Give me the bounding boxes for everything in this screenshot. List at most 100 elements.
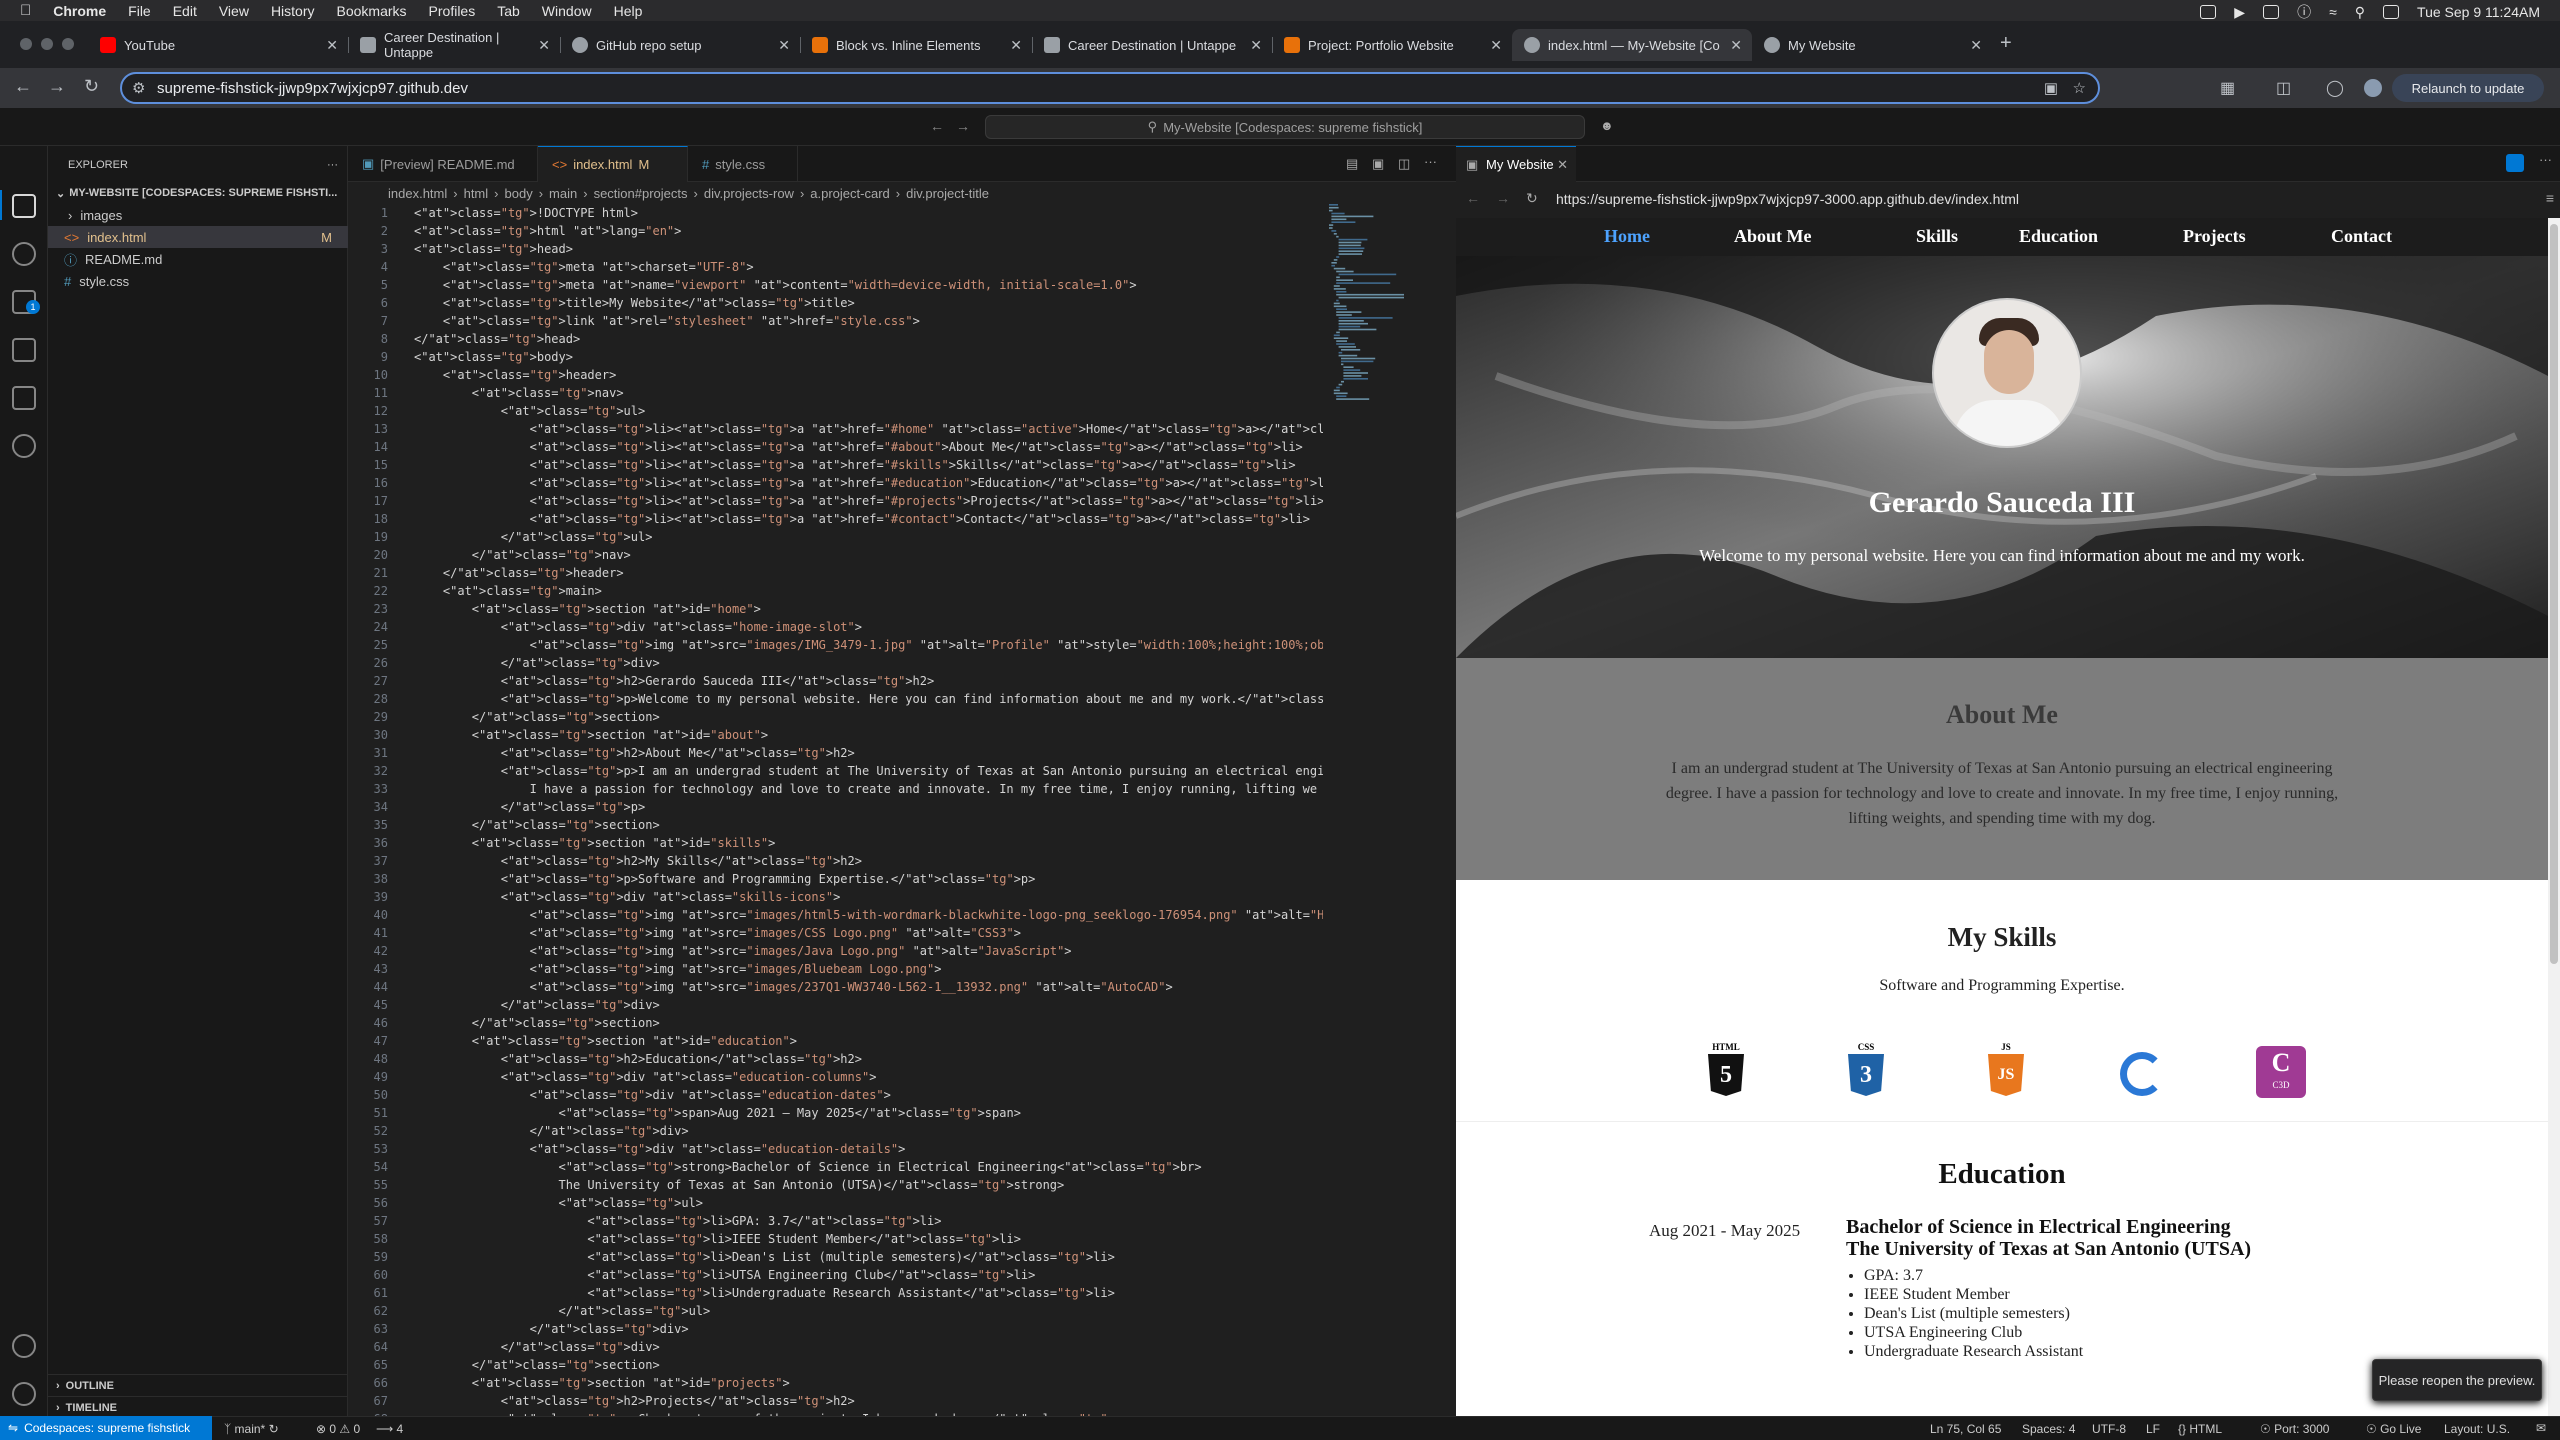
browser-tab[interactable]: GitHub repo setup ✕ <box>560 29 801 61</box>
code-line[interactable]: </"at">class="tg">div> <box>414 1338 660 1356</box>
code-line[interactable]: </"at">class="tg">head> <box>414 330 580 348</box>
breadcrumb-item[interactable]: div.projects-row <box>704 186 794 201</box>
extensions-icon[interactable]: ▦ <box>2220 78 2235 98</box>
side-panel-icon[interactable]: ◫ <box>2276 78 2291 98</box>
nav-forward-icon[interactable]: → <box>956 118 970 134</box>
keyboard-layout[interactable]: Layout: U.S. <box>2444 1422 2510 1436</box>
code-line[interactable]: <"at">class="tg">div "at">class="skills-… <box>414 888 841 906</box>
problems-indicator[interactable]: ⊗ 0 ⚠ 0 <box>316 1422 360 1436</box>
avatar[interactable] <box>2364 79 2382 97</box>
code-line[interactable]: <"at">class="tg">h2>Projects</"at">class… <box>414 1392 855 1410</box>
preview-tab[interactable]: ▣ My Website ✕ <box>1456 146 1576 182</box>
minimap[interactable] <box>1325 204 1445 404</box>
code-line[interactable]: <"at">class="tg">h2>My Skills</"at">clas… <box>414 852 862 870</box>
window-zoom-button[interactable] <box>62 38 74 50</box>
close-icon[interactable]: ✕ <box>1557 157 1568 173</box>
more-icon[interactable]: ··· <box>1424 154 1437 169</box>
clock[interactable]: Tue Sep 9 11:24AM <box>2417 4 2540 20</box>
back-icon[interactable]: ← <box>1466 190 1480 206</box>
code-line[interactable]: <"at">class="tg">section "at">id="home"> <box>414 600 761 618</box>
code-line[interactable]: <"at">class="tg">li><"at">class="tg">a "… <box>414 456 1296 474</box>
browser-tab[interactable]: YouTube ✕ <box>88 29 349 61</box>
preview-url-input[interactable]: https://supreme-fishstick-jjwp9px7wjxjcp… <box>1556 191 2019 207</box>
nav-education[interactable]: Education <box>2019 226 2098 247</box>
back-button[interactable]: ← <box>14 76 32 97</box>
breadcrumb-item[interactable]: html <box>464 186 489 201</box>
code-line[interactable]: <"at">class="tg">span>Aug 2021 – May 202… <box>414 1104 1020 1122</box>
encoding[interactable]: UTF-8 <box>2092 1422 2126 1436</box>
battery-icon[interactable] <box>2263 5 2280 19</box>
close-icon[interactable]: ✕ <box>538 37 550 54</box>
close-icon[interactable]: ✕ <box>1490 37 1502 54</box>
code-line[interactable]: <"at">class="tg">li>UTSA Engineering Clu… <box>414 1266 1035 1284</box>
go-live-button[interactable]: ☉ Go Live <box>2366 1422 2421 1436</box>
cursor-position[interactable]: Ln 75, Col 65 <box>1930 1422 2001 1436</box>
close-icon[interactable]: ✕ <box>1730 37 1742 54</box>
browser-tab[interactable]: Career Destination | Untappe ✕ <box>348 29 561 61</box>
code-line[interactable]: <"at">class="tg">p>Welcome to my persona… <box>414 690 1323 708</box>
code-line[interactable]: </"at">class="tg">section> <box>414 1356 660 1374</box>
code-line[interactable]: <"at">class="tg">li><"at">class="tg">a "… <box>414 438 1303 456</box>
code-line[interactable]: <"at">class="tg">p>I am an undergrad stu… <box>414 762 1323 780</box>
open-changes-icon[interactable]: ▤ <box>1346 156 1358 172</box>
code-line[interactable]: The University of Texas at San Antonio (… <box>414 1176 1064 1194</box>
line-ending[interactable]: LF <box>2146 1422 2160 1436</box>
browser-tab[interactable]: My Website ✕ <box>1752 29 1992 61</box>
menu-bookmarks[interactable]: Bookmarks <box>337 3 407 19</box>
menu-edit[interactable]: Edit <box>173 3 197 19</box>
code-line[interactable]: </"at">class="tg">section> <box>414 816 660 834</box>
close-icon[interactable]: ✕ <box>1970 37 1982 54</box>
forward-icon[interactable]: → <box>1496 190 1510 206</box>
preview-scrollbar[interactable] <box>2548 218 2560 1416</box>
outline-section[interactable]: › OUTLINE <box>48 1374 348 1396</box>
browser-tab-active[interactable]: index.html — My-Website [Co ✕ <box>1512 29 1752 61</box>
menu-icon[interactable]: ≡ <box>2546 190 2554 206</box>
tree-item-readme[interactable]: ⓘ README.md <box>48 248 348 270</box>
code-line[interactable]: I have a passion for technology and love… <box>414 780 1317 798</box>
menu-history[interactable]: History <box>271 3 315 19</box>
reopen-preview-toast[interactable]: Please reopen the preview. <box>2372 1359 2542 1401</box>
download-icon[interactable]: ◯ <box>2326 78 2344 98</box>
breadcrumb-item[interactable]: a.project-card <box>810 186 889 201</box>
close-icon[interactable]: ✕ <box>778 37 790 54</box>
code-line[interactable]: </"at">class="tg">header> <box>414 564 624 582</box>
breadcrumb-item[interactable]: main <box>549 186 577 201</box>
code-line[interactable]: <"at">class="tg">main> <box>414 582 602 600</box>
extensions-icon[interactable] <box>12 386 36 410</box>
code-line[interactable]: <"at">class="tg">li>IEEE Student Member<… <box>414 1230 1021 1248</box>
breadcrumb-item[interactable]: body <box>505 186 533 201</box>
timeline-section[interactable]: › TIMELINE <box>48 1396 348 1418</box>
code-line[interactable]: <"at">class="tg">html "at">lang="en"> <box>414 222 681 240</box>
code-line[interactable]: <"at">class="tg">p>Software and Programm… <box>414 870 1036 888</box>
window-close-button[interactable] <box>20 38 32 50</box>
run-debug-icon[interactable] <box>12 338 36 362</box>
code-line[interactable]: </"at">class="tg">section> <box>414 1014 660 1032</box>
close-icon[interactable]: ✕ <box>1250 37 1262 54</box>
close-icon[interactable]: ✕ <box>1010 37 1022 54</box>
menu-profiles[interactable]: Profiles <box>429 3 476 19</box>
tree-item-images[interactable]: › images <box>48 204 348 226</box>
code-line[interactable]: <"at">class="tg">img "at">src="images/CS… <box>414 924 1021 942</box>
menu-window[interactable]: Window <box>542 3 592 19</box>
editor-tab-style-css[interactable]: # style.css <box>688 146 798 182</box>
window-minimize-button[interactable] <box>41 38 53 50</box>
code-line[interactable]: <"at">class="tg">section "at">id="about"… <box>414 726 768 744</box>
code-line[interactable]: <"at">class="tg">div "at">class="educati… <box>414 1086 891 1104</box>
editor-tab-index-html[interactable]: <> index.html M <box>538 146 688 182</box>
code-line[interactable]: <"at">class="tg">li>Undergraduate Resear… <box>414 1284 1114 1302</box>
code-line[interactable]: <"at">class="tg">ul> <box>414 1194 703 1212</box>
play-icon[interactable]: ▶ <box>2234 4 2245 21</box>
code-line[interactable]: <"at">class="tg">link "at">rel="styleshe… <box>414 312 920 330</box>
menu-tab[interactable]: Tab <box>497 3 520 19</box>
menu-file[interactable]: File <box>128 3 151 19</box>
code-editor[interactable]: 1 <"at">class="tg">!DOCTYPE html> 2 <"at">c… <box>348 204 1323 1416</box>
account-icon[interactable] <box>12 1334 36 1358</box>
branch-indicator[interactable]: ᛉ main* ↻ <box>224 1422 279 1436</box>
control-center-icon[interactable] <box>2383 5 2400 19</box>
close-icon[interactable]: ✕ <box>326 37 338 54</box>
code-line[interactable]: <"at">class="tg">li>Dean's List (multipl… <box>414 1248 1114 1266</box>
nav-back-icon[interactable]: ← <box>930 118 944 134</box>
code-line[interactable]: </"at">class="tg">div> <box>414 1122 689 1140</box>
new-tab-button[interactable]: + <box>2000 32 2012 55</box>
forward-button[interactable]: → <box>48 76 66 97</box>
